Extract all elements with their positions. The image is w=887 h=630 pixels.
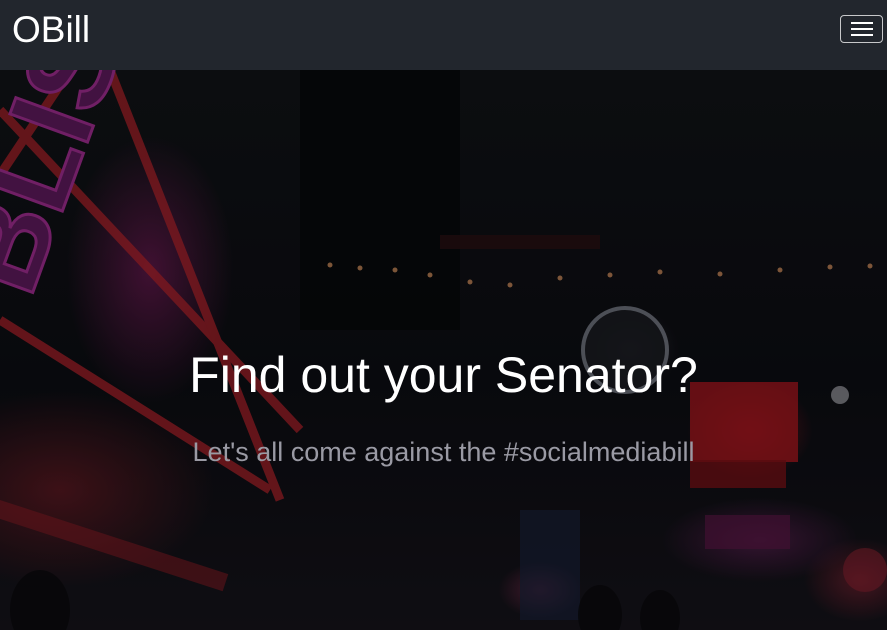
top-navbar: OBill xyxy=(0,0,887,70)
navbar-toggle-button[interactable] xyxy=(840,15,883,43)
hero-caption: Find out your Senator? Let's all come ag… xyxy=(0,70,887,630)
hero-section: BLISS Find out your Senator? Let's all c… xyxy=(0,70,887,630)
hero-subheadline: Let's all come against the #socialmediab… xyxy=(192,437,695,467)
hamburger-menu-icon xyxy=(850,21,873,37)
brand-logo-link[interactable]: OBill xyxy=(12,11,90,48)
hero-headline: Find out your Senator? xyxy=(189,347,698,403)
